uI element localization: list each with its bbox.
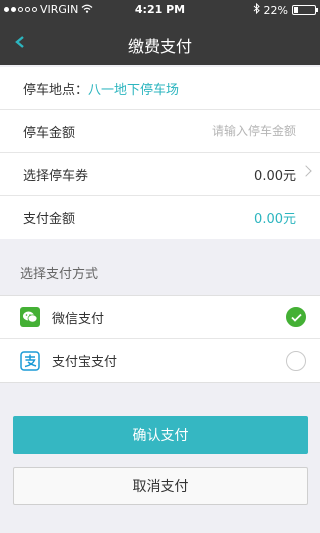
payment-method-label: 支付宝支付 [52,355,118,370]
parking-coupon-row[interactable]: 选择停车券 0.00元 [0,153,320,196]
nav-bar: 缴费支付 [0,20,320,65]
battery-icon [292,5,318,15]
checkmark-icon [290,313,302,322]
cancel-payment-button[interactable]: 取消支付 [13,467,308,505]
unselected-radio[interactable] [286,350,306,371]
pay-amount-label: 支付金额 [23,212,76,227]
parking-location-row: 停车地点： 八一地下停车场 [0,67,320,110]
parking-location-label: 停车地点： [23,82,89,98]
parking-coupon-label: 选择停车券 [23,168,89,184]
payment-method-wechat[interactable]: 微信支付 [0,296,320,339]
selected-radio[interactable] [286,307,306,327]
payment-section-title: 选择支付方式 [20,267,99,282]
parking-amount-label: 停车金额 [23,125,76,141]
payment-method-label: 微信支付 [52,311,105,327]
alipay-icon [20,350,40,371]
parking-amount-input[interactable] [166,124,296,138]
pay-amount-value: 0.00元 [254,212,296,227]
status-bar: VIRGIN 4:21 PM 22% [0,0,320,20]
wechat-icon [20,307,40,327]
payment-method-alipay[interactable]: 支付宝支付 [0,339,320,382]
payment-methods-section: 微信支付 支付宝支付 [0,295,320,383]
parking-info-section: 停车地点： 八一地下停车场 停车金额 选择停车券 0.00元 支付金额 0.00… [0,67,320,239]
parking-location-value: 八一地下停车场 [88,82,180,98]
pay-amount-row: 支付金额 0.00元 [0,196,320,239]
battery-percent: 22% [263,3,288,17]
page-title: 缴费支付 [127,37,192,56]
chevron-right-icon [300,165,312,177]
confirm-payment-button[interactable]: 确认支付 [13,416,308,454]
parking-amount-row: 停车金额 [0,110,320,153]
parking-coupon-value: 0.00元 [254,168,296,184]
bluetooth-icon [253,2,260,17]
